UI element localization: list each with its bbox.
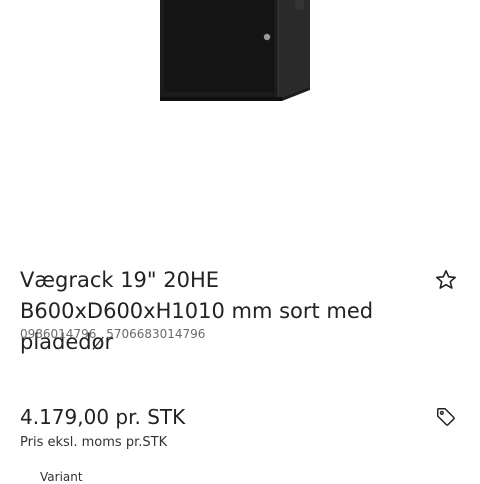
product-image-area <box>0 0 480 240</box>
product-price: 4.179,00 pr. STK <box>20 405 186 429</box>
price-tag-button[interactable] <box>433 404 459 430</box>
price-note: Pris eksl. moms pr.STK <box>20 435 168 450</box>
tag-icon <box>437 408 455 426</box>
favorite-button[interactable] <box>432 266 460 294</box>
ean-number: 5706683014796 <box>106 327 206 341</box>
product-identifiers: 0986014796 5706683014796 <box>20 327 205 341</box>
sku-number: 0986014796 <box>20 327 97 341</box>
product-image <box>160 0 310 101</box>
variant-label: Variant <box>40 470 83 484</box>
star-outline-icon <box>436 270 456 289</box>
product-title: Vægrack 19" 20HE B600xD600xH1010 mm sort… <box>20 268 374 354</box>
